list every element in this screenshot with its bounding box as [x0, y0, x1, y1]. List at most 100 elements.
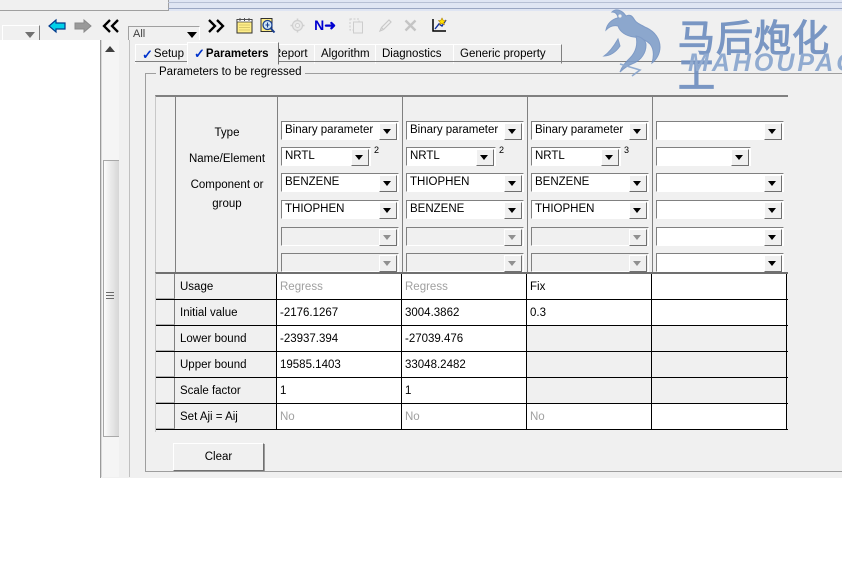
type-dropdown-1[interactable]: Binary parameter: [281, 121, 399, 140]
chevron-down-icon[interactable]: [476, 149, 494, 166]
chevron-down-icon[interactable]: [629, 255, 647, 272]
name-element-dropdown-4[interactable]: [656, 147, 751, 166]
component-dropdown-4c[interactable]: [656, 227, 784, 246]
component-dropdown-3b[interactable]: THIOPHEN: [531, 200, 649, 219]
name-element-dropdown-3[interactable]: NRTL: [531, 147, 621, 166]
name-element-dropdown-1[interactable]: NRTL: [281, 147, 371, 166]
initial-value-cell-2[interactable]: 3004.3862: [402, 300, 527, 325]
component-dropdown-2a[interactable]: THIOPHEN: [406, 173, 524, 192]
row-selector[interactable]: [156, 352, 175, 377]
scale-factor-cell-3[interactable]: [527, 378, 652, 403]
navigation-scrollbar[interactable]: [101, 40, 120, 477]
usage-cell-2[interactable]: Regress: [402, 274, 527, 299]
chevron-down-icon[interactable]: [504, 175, 522, 192]
back-button[interactable]: [46, 15, 68, 36]
pane-splitter[interactable]: [119, 40, 130, 477]
next-input-notepad-button[interactable]: [233, 15, 255, 36]
component-dropdown-2d[interactable]: [406, 253, 524, 272]
initial-value-cell-3[interactable]: 0.3: [527, 300, 652, 325]
plot-wizard-button[interactable]: [428, 15, 450, 36]
name-element-dropdown-2[interactable]: NRTL: [406, 147, 496, 166]
scale-factor-cell-1[interactable]: 1: [277, 378, 402, 403]
component-dropdown-1a-value: BENZENE: [285, 176, 340, 188]
chevron-down-icon[interactable]: [379, 202, 397, 219]
row-selector[interactable]: [156, 378, 175, 403]
row-selector[interactable]: [156, 300, 175, 325]
collapse-all-button[interactable]: [100, 15, 124, 36]
double-chevron-right-icon: [208, 18, 225, 33]
parameters-form: ✓ Setup ✓ Parameters Report Algorithm Di…: [130, 40, 842, 478]
next-input-button[interactable]: N➜: [312, 15, 338, 36]
clear-button[interactable]: Clear: [173, 443, 264, 471]
type-dropdown-3[interactable]: Binary parameter: [531, 121, 649, 140]
row-selector[interactable]: [156, 326, 175, 351]
component-dropdown-1d[interactable]: [281, 253, 399, 272]
component-dropdown-2b[interactable]: BENZENE: [406, 200, 524, 219]
usage-cell-4[interactable]: [652, 274, 787, 299]
chevron-down-icon[interactable]: [629, 229, 647, 246]
chevron-down-icon[interactable]: [379, 229, 397, 246]
table-row: Upper bound 19585.1403 33048.2482: [156, 352, 788, 378]
forward-button[interactable]: [72, 15, 94, 36]
upper-bound-cell-2[interactable]: 33048.2482: [402, 352, 527, 377]
component-dropdown-3d[interactable]: [531, 253, 649, 272]
row-selector[interactable]: [156, 274, 175, 299]
component-dropdown-1a[interactable]: BENZENE: [281, 173, 399, 192]
lower-bound-cell-4[interactable]: [652, 326, 787, 351]
usage-cell-1[interactable]: Regress: [277, 274, 402, 299]
chevron-down-icon[interactable]: [379, 123, 397, 140]
type-dropdown-4[interactable]: [656, 121, 784, 140]
component-dropdown-1c[interactable]: [281, 227, 399, 246]
param-column-2: Binary parameter NRTL 2 THIOPHEN BENZENE: [403, 97, 528, 272]
chevron-down-icon[interactable]: [764, 175, 782, 192]
component-dropdown-3c[interactable]: [531, 227, 649, 246]
component-dropdown-2c[interactable]: [406, 227, 524, 246]
initial-value-cell-1[interactable]: -2176.1267: [277, 300, 402, 325]
set-aji-cell-4[interactable]: [652, 404, 787, 429]
chevron-down-icon[interactable]: [504, 255, 522, 272]
type-dropdown-2[interactable]: Binary parameter: [406, 121, 524, 140]
chevron-down-icon[interactable]: [504, 123, 522, 140]
notepad-icon: [236, 18, 252, 34]
chevron-down-icon[interactable]: [764, 255, 782, 272]
label-name-element: Name/Element: [188, 153, 266, 165]
usage-cell-3[interactable]: Fix: [527, 274, 652, 299]
upper-bound-cell-4[interactable]: [652, 352, 787, 377]
upper-bound-cell-3[interactable]: [527, 352, 652, 377]
row-header-gutter[interactable]: [156, 97, 176, 272]
initial-value-cell-4[interactable]: [652, 300, 787, 325]
component-dropdown-3a[interactable]: BENZENE: [531, 173, 649, 192]
chevron-down-icon[interactable]: [629, 202, 647, 219]
expand-all-button[interactable]: [203, 15, 227, 36]
lower-bound-cell-1[interactable]: -23937.394: [277, 326, 402, 351]
chevron-down-icon[interactable]: [764, 123, 782, 140]
chevron-down-icon[interactable]: [731, 149, 749, 166]
component-dropdown-4a[interactable]: [656, 173, 784, 192]
component-dropdown-4d[interactable]: [656, 253, 784, 272]
component-dropdown-1b[interactable]: THIOPHEN: [281, 200, 399, 219]
set-aji-cell-3[interactable]: No: [527, 404, 652, 429]
chevron-down-icon[interactable]: [379, 175, 397, 192]
chevron-down-icon[interactable]: [504, 202, 522, 219]
chevron-down-icon[interactable]: [379, 255, 397, 272]
chevron-down-icon[interactable]: [764, 202, 782, 219]
row-selector[interactable]: [156, 404, 175, 429]
upper-bound-cell-1[interactable]: 19585.1403: [277, 352, 402, 377]
lower-bound-cell-3[interactable]: [527, 326, 652, 351]
scroll-up-arrow-icon[interactable]: [105, 46, 115, 52]
lower-bound-cell-2[interactable]: -27039.476: [402, 326, 527, 351]
table-row: Initial value -2176.1267 3004.3862 0.3: [156, 300, 788, 326]
chevron-down-icon[interactable]: [629, 123, 647, 140]
chevron-down-icon[interactable]: [504, 229, 522, 246]
chevron-down-icon[interactable]: [629, 175, 647, 192]
scale-factor-cell-4[interactable]: [652, 378, 787, 403]
chevron-down-icon[interactable]: [601, 149, 619, 166]
tab-parameters[interactable]: ✓ Parameters: [187, 42, 279, 65]
component-dropdown-4b[interactable]: [656, 200, 784, 219]
input-summary-button[interactable]: [256, 15, 278, 36]
set-aji-cell-2[interactable]: No: [402, 404, 527, 429]
scale-factor-cell-2[interactable]: 1: [402, 378, 527, 403]
set-aji-cell-1[interactable]: No: [277, 404, 402, 429]
chevron-down-icon[interactable]: [764, 229, 782, 246]
chevron-down-icon[interactable]: [351, 149, 369, 166]
